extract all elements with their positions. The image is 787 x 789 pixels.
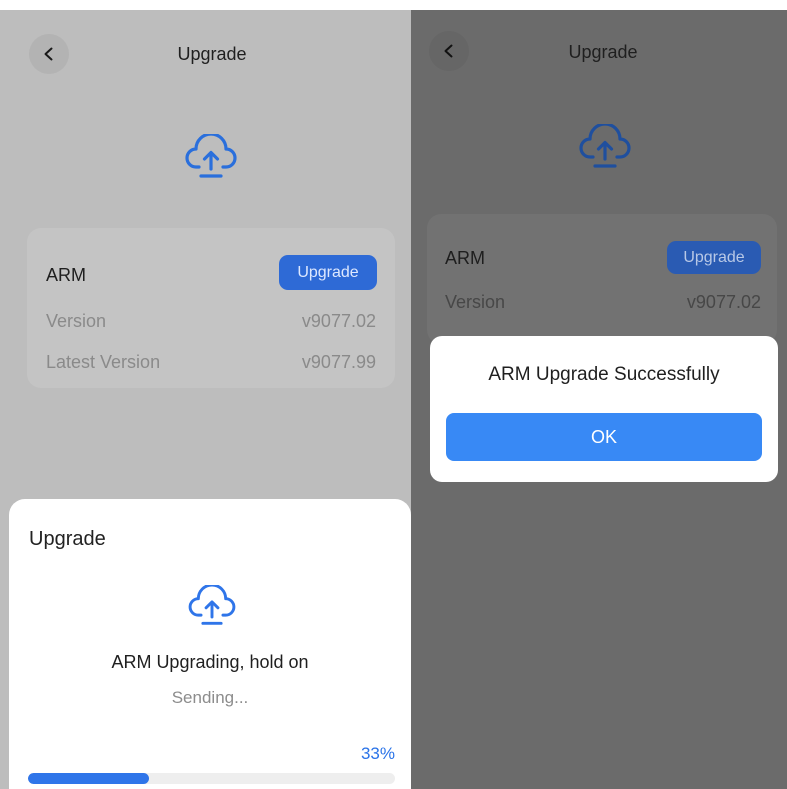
arm-label: ARM bbox=[46, 265, 86, 285]
upgrade-button[interactable]: Upgrade bbox=[279, 255, 377, 290]
version-value: v9077.02 bbox=[686, 292, 761, 312]
arm-card: ARM Upgrade Version v9077.02 Latest Vers… bbox=[27, 228, 395, 388]
right-screen: Upgrade ARM Upgrade Version v9077.02 ARM… bbox=[411, 0, 787, 789]
ok-button[interactable]: OK bbox=[446, 413, 762, 461]
upgrade-progress-sheet: Upgrade ARM Upgrading, hold on Sending..… bbox=[9, 499, 411, 789]
cloud-upload-icon bbox=[188, 583, 236, 632]
success-message: ARM Upgrade Successfully bbox=[488, 364, 720, 385]
back-button[interactable] bbox=[429, 31, 469, 71]
upgrading-message: ARM Upgrading, hold on bbox=[111, 652, 309, 672]
back-button[interactable] bbox=[29, 34, 69, 74]
upgrade-button[interactable]: Upgrade bbox=[667, 241, 761, 274]
arm-card: ARM Upgrade Version v9077.02 bbox=[427, 214, 777, 344]
page-title: Upgrade bbox=[177, 44, 247, 64]
sheet-title: Upgrade bbox=[29, 528, 106, 550]
cloud-upload-icon bbox=[579, 122, 631, 175]
chevron-left-icon bbox=[444, 44, 453, 58]
arm-label: ARM bbox=[445, 248, 485, 268]
success-dialog: ARM Upgrade Successfully OK bbox=[430, 336, 778, 482]
version-label: Version bbox=[46, 311, 107, 331]
latest-version-value: v9077.99 bbox=[301, 352, 376, 372]
cloud-upload-icon bbox=[185, 132, 237, 185]
sending-status: Sending... bbox=[171, 688, 249, 707]
progress-percent: 33% bbox=[360, 744, 395, 763]
progress-bar bbox=[28, 773, 395, 784]
chevron-left-icon bbox=[44, 47, 53, 61]
progress-fill bbox=[28, 773, 150, 784]
version-label: Version bbox=[445, 292, 506, 312]
status-bar bbox=[411, 0, 787, 10]
left-screen: Upgrade ARM Upgrade Version v9077.02 Lat… bbox=[0, 0, 411, 789]
latest-version-label: Latest Version bbox=[46, 352, 161, 372]
status-bar bbox=[0, 0, 411, 10]
version-value: v9077.02 bbox=[301, 311, 376, 331]
page-title: Upgrade bbox=[568, 42, 638, 62]
